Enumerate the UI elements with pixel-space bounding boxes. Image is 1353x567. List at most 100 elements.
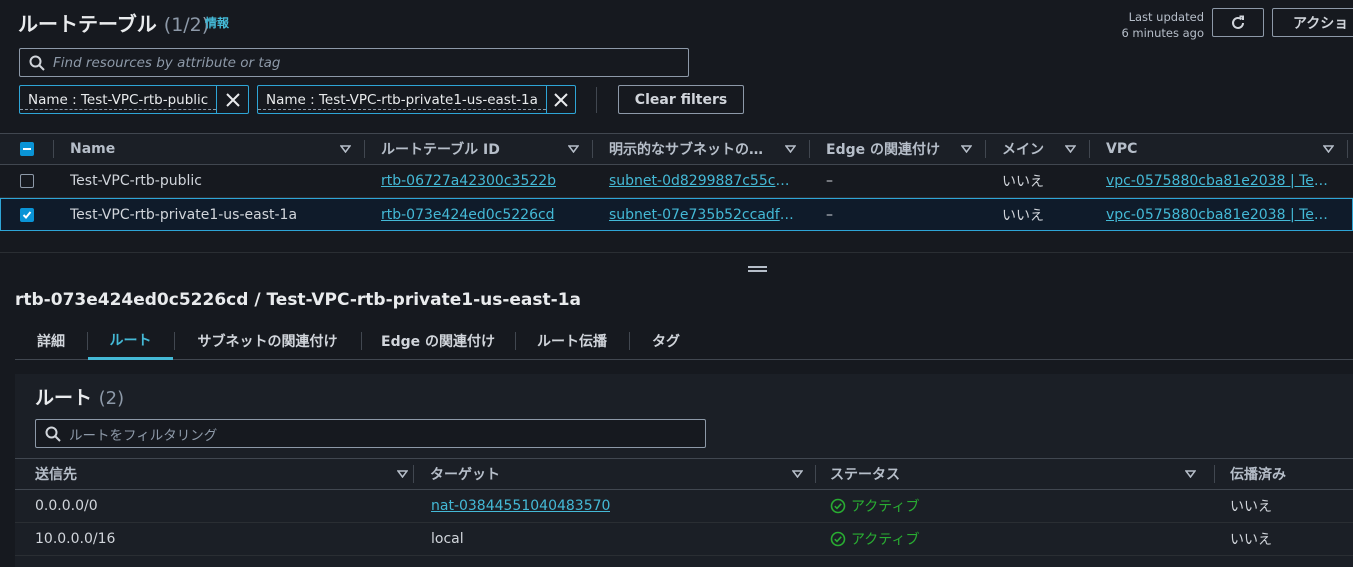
route-table-id-link[interactable]: rtb-06727a42300c3522b xyxy=(381,173,556,189)
cell-route-table-id[interactable]: rtb-073e424ed0c5226cd xyxy=(381,199,581,231)
column-divider xyxy=(985,140,986,158)
column-divider xyxy=(53,140,54,158)
column-label: 明示的なサブネットの… xyxy=(609,142,763,158)
column-header-subnet[interactable]: 明示的なサブネットの… xyxy=(609,134,808,164)
cell-target[interactable]: nat-03844551040483570 xyxy=(431,490,801,522)
search-icon xyxy=(29,55,45,71)
sort-caret-icon xyxy=(792,470,803,478)
tab-subnet-associations[interactable]: サブネットの関連付け xyxy=(175,322,360,360)
cell-target: local xyxy=(431,531,464,547)
remove-filter-button[interactable] xyxy=(216,86,248,113)
close-icon xyxy=(225,92,240,107)
vpc-link[interactable]: vpc-0575880cba81e2038 | Test… xyxy=(1106,173,1331,189)
column-label: Name xyxy=(70,141,116,157)
select-all-checkbox[interactable] xyxy=(20,134,34,164)
column-header-vpc[interactable]: VPC xyxy=(1106,134,1346,164)
sort-caret-icon xyxy=(397,470,408,478)
table-header: Name ルートテーブル ID 明示的なサブネットの… Edge の関連付け メ… xyxy=(0,133,1353,165)
subnet-link[interactable]: subnet-0d8299887c55c9… xyxy=(609,173,794,189)
row-checkbox-cell[interactable] xyxy=(20,165,34,197)
route-row: 0.0.0.0/0 nat-03844551040483570 アクティブ いい… xyxy=(15,490,1353,523)
actions-button[interactable]: アクショ xyxy=(1272,8,1353,37)
close-icon xyxy=(554,92,568,107)
selection-count: (1/2) xyxy=(163,14,210,36)
cell-edge: – xyxy=(826,173,833,189)
route-row: 10.0.0.0/16 local アクティブ いいえ xyxy=(15,523,1353,556)
last-updated-time: 6 minutes ago xyxy=(1121,26,1204,40)
column-header-route-table-id[interactable]: ルートテーブル ID xyxy=(381,134,591,164)
filter-chip-label[interactable]: Name : Test-VPC-rtb-private1-us-east-1a xyxy=(258,91,546,110)
detail-tabs: 詳細 ルート サブネットの関連付け Edge の関連付け ルート伝播 タグ xyxy=(15,322,1353,360)
tab-edge-associations[interactable]: Edge の関連付け xyxy=(362,322,514,360)
info-link[interactable]: 情報 xyxy=(205,14,229,31)
last-updated-label: Last updated xyxy=(1128,10,1204,24)
column-header-name[interactable]: Name xyxy=(70,134,363,164)
column-header-main[interactable]: メイン xyxy=(1002,134,1088,164)
cell-propagated: いいえ xyxy=(1230,499,1272,515)
sort-caret-icon xyxy=(568,145,579,153)
refresh-icon xyxy=(1232,15,1244,29)
column-divider xyxy=(413,465,414,483)
target-link[interactable]: nat-03844551040483570 xyxy=(431,498,610,514)
filter-chip[interactable]: Name : Test-VPC-rtb-public xyxy=(19,85,249,114)
column-label: 伝播済み xyxy=(1230,467,1286,483)
routes-title: ルート (2) xyxy=(35,383,124,410)
detail-title: rtb-073e424ed0c5226cd / Test-VPC-rtb-pri… xyxy=(15,290,582,310)
filter-chip[interactable]: Name : Test-VPC-rtb-private1-us-east-1a xyxy=(257,85,576,114)
divider xyxy=(596,87,597,113)
search-icon xyxy=(45,426,61,442)
filter-chip-label[interactable]: Name : Test-VPC-rtb-public xyxy=(20,91,217,110)
route-filter-input[interactable]: ルートをフィルタリング xyxy=(35,419,706,448)
column-label: VPC xyxy=(1106,141,1138,157)
tab-details[interactable]: 詳細 xyxy=(15,322,87,360)
cell-status: アクティブ xyxy=(830,490,1200,522)
column-header-propagated[interactable]: 伝播済み xyxy=(1230,459,1340,489)
status-text: アクティブ xyxy=(851,532,920,548)
row-checkbox-checked[interactable] xyxy=(20,208,34,222)
refresh-button[interactable] xyxy=(1212,8,1264,37)
cell-vpc[interactable]: vpc-0575880cba81e2038 | Test… xyxy=(1106,165,1331,197)
row-checkbox[interactable] xyxy=(20,174,34,188)
tab-tags[interactable]: タグ xyxy=(630,322,702,360)
column-label: ターゲット xyxy=(430,467,500,483)
cell-subnet[interactable]: subnet-0d8299887c55c9… xyxy=(609,165,794,197)
column-label: メイン xyxy=(1002,142,1044,158)
tab-route-propagation[interactable]: ルート伝播 xyxy=(516,322,628,360)
sort-caret-icon xyxy=(785,145,796,153)
subnet-link[interactable]: subnet-07e735b52ccadfc… xyxy=(609,207,794,223)
search-placeholder: Find resources by attribute or tag xyxy=(53,54,281,71)
column-divider xyxy=(1214,465,1215,483)
column-header-edge[interactable]: Edge の関連付け xyxy=(826,134,984,164)
tab-routes[interactable]: ルート xyxy=(88,322,173,360)
drag-handle-icon[interactable] xyxy=(748,266,767,272)
cell-main: いいえ xyxy=(1002,208,1044,224)
column-divider xyxy=(809,140,810,158)
column-header-destination[interactable]: 送信先 xyxy=(35,459,420,489)
column-header-status[interactable]: ステータス xyxy=(830,459,1208,489)
route-table-id-link[interactable]: rtb-073e424ed0c5226cd xyxy=(381,207,555,223)
table-row-selected[interactable]: Test-VPC-rtb-private1-us-east-1a rtb-073… xyxy=(0,198,1353,231)
last-updated: Last updated 6 minutes ago xyxy=(1110,9,1204,41)
page-title: ルートテーブル (1/2) xyxy=(18,8,209,37)
column-header-target[interactable]: ターゲット xyxy=(430,459,815,489)
checkbox-indeterminate[interactable] xyxy=(20,142,34,156)
check-circle-icon xyxy=(830,498,846,514)
resource-search-input[interactable]: Find resources by attribute or tag xyxy=(19,48,689,77)
sort-caret-icon xyxy=(1323,145,1334,153)
remove-filter-button[interactable] xyxy=(545,86,575,113)
routes-title-text: ルート xyxy=(35,387,93,409)
cell-vpc[interactable]: vpc-0575880cba81e2038 | Test… xyxy=(1106,199,1331,231)
column-divider xyxy=(1347,140,1348,158)
cell-subnet[interactable]: subnet-07e735b52ccadfc… xyxy=(609,199,794,231)
row-checkbox-cell[interactable] xyxy=(20,199,34,231)
split-pane-gap xyxy=(0,231,1353,253)
column-label: ステータス xyxy=(830,467,900,483)
routes-table-header: 送信先 ターゲット ステータス 伝播済み xyxy=(15,458,1353,490)
clear-filters-button[interactable]: Clear filters xyxy=(618,85,744,114)
cell-main: いいえ xyxy=(1002,174,1044,190)
table-row[interactable]: Test-VPC-rtb-public rtb-06727a42300c3522… xyxy=(0,165,1353,198)
vpc-link[interactable]: vpc-0575880cba81e2038 | Test… xyxy=(1106,207,1331,223)
cell-route-table-id[interactable]: rtb-06727a42300c3522b xyxy=(381,165,581,197)
sort-caret-icon xyxy=(1065,145,1076,153)
column-label: Edge の関連付け xyxy=(826,142,940,158)
